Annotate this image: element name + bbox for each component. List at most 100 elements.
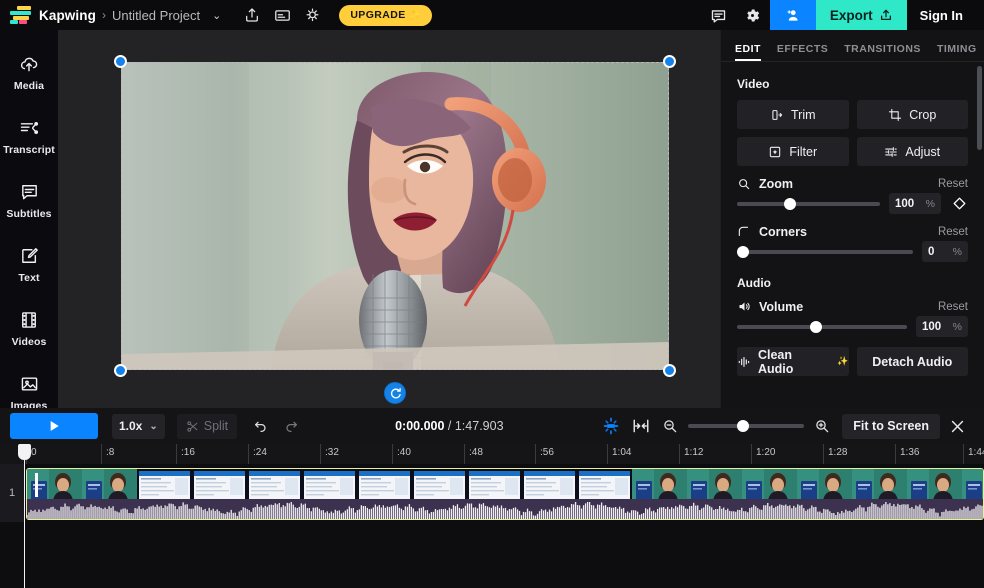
- ruler-tick-label: 1:04: [612, 447, 632, 458]
- corners-value: 0: [928, 245, 935, 258]
- volume-value-input[interactable]: 100 %: [916, 316, 968, 337]
- export-button[interactable]: Export: [815, 0, 907, 30]
- sidebar-item-images[interactable]: Images: [0, 360, 58, 408]
- share-upload-icon[interactable]: [237, 2, 267, 28]
- comment-icon[interactable]: [702, 0, 736, 30]
- volume-unit: %: [952, 320, 962, 333]
- clip-thumbnail: [907, 469, 962, 501]
- video-canvas[interactable]: [114, 55, 676, 417]
- clip-thumbnail: [522, 469, 577, 501]
- left-sidebar: Media Transcript Subtitles Text Videos I…: [0, 30, 58, 408]
- sidebar-item-media[interactable]: Media: [0, 40, 58, 104]
- play-button[interactable]: [10, 413, 98, 439]
- volume-reset-button[interactable]: Reset: [938, 301, 968, 313]
- resize-handle-top-left[interactable]: [114, 55, 127, 68]
- zoom-out-icon[interactable]: [660, 418, 680, 434]
- sidebar-item-videos[interactable]: Videos: [0, 296, 58, 360]
- clip-thumbnails: [27, 469, 983, 501]
- sidebar-item-label: Media: [13, 80, 45, 92]
- clip-thumbnail: [137, 469, 192, 501]
- diamond-keyframe-icon[interactable]: [950, 196, 968, 211]
- playhead[interactable]: [18, 444, 31, 588]
- resize-handle-bottom-right[interactable]: [663, 364, 676, 377]
- zoom-control-row: 100 %: [737, 193, 968, 214]
- sidebar-item-transcript[interactable]: Transcript: [0, 104, 58, 168]
- adjust-button[interactable]: Adjust: [856, 137, 968, 166]
- filter-label: Filter: [789, 144, 818, 159]
- timeline: 0:8:16:24:32:40:48:56 1:04 1:12 1:20 1:28 1:3…: [0, 444, 984, 588]
- clip-thumbnail: [467, 469, 522, 501]
- captions-icon[interactable]: [267, 2, 297, 28]
- project-menu-chevron-down-icon[interactable]: ⌄: [212, 9, 221, 22]
- resize-handle-bottom-left[interactable]: [114, 364, 127, 377]
- project-name[interactable]: Untitled Project: [112, 8, 200, 23]
- adjust-label: Adjust: [905, 144, 941, 159]
- detach-audio-label: Detach Audio: [872, 354, 953, 369]
- corners-value-input[interactable]: 0 %: [922, 241, 968, 262]
- ruler-tick: :16: [176, 444, 195, 464]
- zoom-unit: %: [925, 197, 935, 210]
- snap-magnet-icon[interactable]: [596, 413, 626, 439]
- clean-audio-label: Clean Audio: [757, 347, 794, 376]
- sidebar-item-text[interactable]: Text: [0, 232, 58, 296]
- playhead-handle[interactable]: [18, 444, 31, 460]
- ruler-tick-label: :48: [469, 447, 483, 458]
- kapwing-logo-icon[interactable]: [10, 6, 32, 24]
- crop-button[interactable]: Crop: [856, 100, 968, 129]
- tab-transitions[interactable]: TRANSITIONS: [844, 43, 921, 61]
- tab-timing[interactable]: TIMING: [937, 43, 977, 61]
- redo-arrow-icon[interactable]: [279, 414, 303, 438]
- upgrade-button[interactable]: UPGRADE ✨: [339, 4, 433, 26]
- filter-button[interactable]: Filter: [737, 137, 849, 166]
- sidebar-item-label: Transcript: [3, 144, 55, 156]
- playback-speed-select[interactable]: 1.0x ⌄: [112, 413, 165, 439]
- corners-reset-button[interactable]: Reset: [938, 226, 968, 238]
- lightbulb-icon[interactable]: [297, 2, 327, 28]
- sign-in-button[interactable]: Sign In: [907, 8, 976, 23]
- rotate-handle-icon[interactable]: [384, 382, 406, 404]
- panel-scrollbar[interactable]: [977, 66, 982, 150]
- timeline-zoom-slider[interactable]: [688, 419, 805, 433]
- close-x-icon[interactable]: [940, 411, 974, 441]
- sidebar-item-label: Subtitles: [6, 208, 52, 220]
- ruler-tick: 1:28: [823, 444, 847, 464]
- zoom-in-icon[interactable]: [812, 418, 832, 434]
- detach-audio-button[interactable]: Detach Audio: [856, 347, 968, 376]
- clip-playhead-marker: [35, 473, 38, 497]
- timeline-tracks: 1: [0, 464, 984, 588]
- crop-icon: [889, 108, 902, 121]
- top-bar: Kapwing › Untitled Project ⌄ UPGRADE ✨ E…: [0, 0, 984, 30]
- current-time: 0:00.000: [395, 419, 445, 433]
- trim-button[interactable]: Trim: [737, 100, 849, 129]
- sidebar-item-subtitles[interactable]: Subtitles: [0, 168, 58, 232]
- clean-audio-button[interactable]: Clean Audio ✨: [737, 347, 849, 376]
- ruler-tick-label: 1:36: [900, 447, 920, 458]
- brand-name[interactable]: Kapwing: [39, 8, 96, 23]
- corners-control-header: Corners Reset: [737, 225, 968, 239]
- undo-arrow-icon[interactable]: [249, 414, 273, 438]
- track-number-label: 1: [0, 464, 24, 522]
- fit-selection-icon[interactable]: [626, 413, 656, 439]
- preview-area: [58, 30, 720, 417]
- clip-thumbnail: [577, 469, 632, 501]
- zoom-value-input[interactable]: 100 %: [889, 193, 941, 214]
- split-button[interactable]: Split: [176, 413, 238, 439]
- zoom-slider[interactable]: [737, 197, 880, 211]
- video-frame: [121, 62, 669, 370]
- tab-edit[interactable]: EDIT: [735, 43, 761, 61]
- filter-icon: [770, 146, 781, 157]
- audio-section-title: Audio: [737, 276, 771, 290]
- ruler-tick: :40: [392, 444, 411, 464]
- zoom-label: Zoom: [759, 177, 794, 191]
- gear-icon[interactable]: [736, 0, 770, 30]
- timeline-ruler[interactable]: 0:8:16:24:32:40:48:56 1:04 1:12 1:20 1:28 1:3…: [0, 444, 984, 464]
- timeline-clip[interactable]: [26, 468, 984, 520]
- breadcrumb-separator: ›: [101, 8, 106, 22]
- tab-effects[interactable]: EFFECTS: [777, 43, 828, 61]
- zoom-reset-button[interactable]: Reset: [938, 178, 968, 190]
- resize-handle-top-right[interactable]: [663, 55, 676, 68]
- volume-slider[interactable]: [737, 320, 907, 334]
- fit-to-screen-button[interactable]: Fit to Screen: [842, 413, 940, 439]
- add-person-button[interactable]: [769, 0, 816, 30]
- corners-slider[interactable]: [737, 245, 913, 259]
